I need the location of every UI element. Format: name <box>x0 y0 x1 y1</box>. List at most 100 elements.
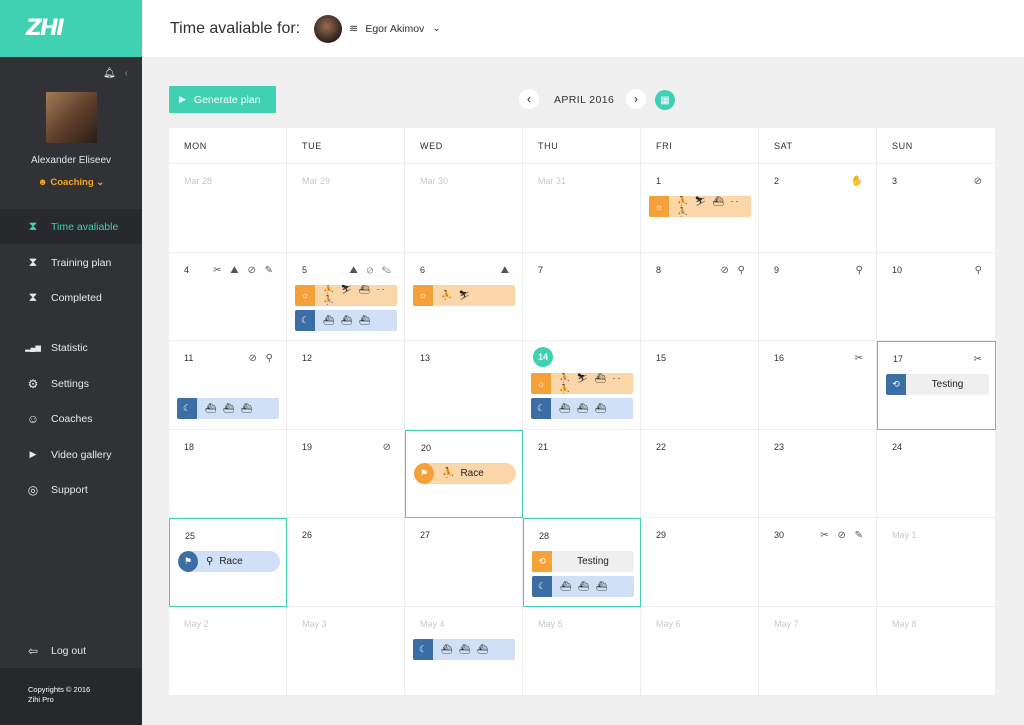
day-cell[interactable]: 26 <box>287 518 405 607</box>
day-cell[interactable]: 29 <box>641 518 759 607</box>
day-cell[interactable]: 1 ☼ ⛹ ⛷ ⛴ ·· ⛹ <box>641 164 759 253</box>
evening-session[interactable]: ☾ ⛴ ⛴ ⛴ <box>413 639 515 660</box>
evening-session[interactable]: ☾ ⛴ ⛴ ⛴ <box>531 398 633 420</box>
day-cell[interactable]: Mar 30 <box>405 164 523 253</box>
testing-event[interactable]: ⟲ Testing <box>532 551 634 573</box>
nav-support[interactable]: ◎ Support <box>0 472 142 507</box>
role-dropdown[interactable]: ☻ Coaching ⌄ <box>0 177 142 188</box>
event-label: ⛹ ⛷ ⛴ ·· ⛹ <box>323 284 387 306</box>
nav-time-available[interactable]: ⧗ Time avaliable <box>0 209 142 244</box>
evening-session[interactable]: ☾ ⛴ ⛴ ⛴ <box>532 576 634 598</box>
logout-button[interactable]: ⇦ Log out <box>0 633 142 668</box>
next-month-button[interactable]: › <box>626 89 646 109</box>
race-event[interactable]: ⚑ ⚲ Race <box>178 551 280 573</box>
day-cell[interactable]: 25 ⚑ ⚲ Race <box>169 518 287 607</box>
availability-icons[interactable]: ✂ <box>974 354 985 365</box>
day-cell[interactable]: May 4 ☾ ⛴ ⛴ ⛴ <box>405 607 523 696</box>
event-label: ⛹ ⛷ ⛴ ·· ⛹ <box>677 196 741 217</box>
nav-training-plan[interactable]: ⧗ Training plan <box>0 245 142 280</box>
availability-icons[interactable]: ⛰ ⊘ ✎ <box>349 265 394 276</box>
morning-session[interactable]: ☼ ⛹ ⛷ <box>413 284 515 306</box>
day-cell[interactable]: 6 ⛰ ☼ ⛹ ⛷ <box>405 252 523 342</box>
day-cell[interactable]: May 1 <box>877 518 996 607</box>
evening-session[interactable]: ☾ ⛴ ⛴ ⛴ <box>295 309 397 331</box>
nav-statistic[interactable]: ▂▄▆ Statistic <box>0 330 142 365</box>
availability-icons[interactable]: ✂ ⊘ ✎ <box>820 530 866 541</box>
day-cell[interactable]: May 7 <box>759 607 877 696</box>
day-cell[interactable]: 21 <box>523 429 641 519</box>
availability-icons[interactable]: ⊘ <box>383 442 394 453</box>
availability-icons[interactable]: ⊘ <box>974 176 985 187</box>
availability-icons[interactable]: ⊘ ⚲ <box>249 353 276 364</box>
day-cell[interactable]: 22 <box>641 429 759 519</box>
nav-coaches[interactable]: ☺ Coaches <box>0 401 142 436</box>
nav-completed[interactable]: ⧗ Completed <box>0 280 142 315</box>
day-cell[interactable]: 4 ✂ ⛰ ⊘ ✎ <box>169 252 287 342</box>
day-cell[interactable]: Mar 31 <box>523 164 641 253</box>
bell-icon[interactable]: 🔔︎ <box>103 68 116 79</box>
availability-icons[interactable]: ✂ ⛰ ⊘ ✎ <box>213 265 276 276</box>
day-cell[interactable]: 12 <box>287 341 405 430</box>
day-cell[interactable]: 14 ☼ ⛹ ⛷ ⛴ ·· ⛹ ☾ ⛴ ⛴ ⛴ <box>523 341 641 430</box>
day-cell[interactable]: May 6 <box>641 607 759 696</box>
race-event[interactable]: ⚑ ⛹ Race <box>414 462 516 484</box>
day-cell[interactable]: 16 ✂ <box>759 341 877 430</box>
availability-icons[interactable]: ⚲ <box>856 265 866 276</box>
testing-event[interactable]: ⟲ Testing <box>886 374 989 396</box>
day-number: 18 <box>184 441 195 452</box>
morning-session[interactable]: ☼ ⛹ ⛷ ⛴ ·· ⛹ <box>531 373 633 395</box>
day-cell[interactable]: 18 <box>169 429 287 519</box>
availability-icons[interactable]: ✂ <box>855 353 866 364</box>
sidebar: ZHI 🔔︎ ‹ Alexander Eliseev ☻ Coaching ⌄ … <box>0 0 142 725</box>
day-cell[interactable]: 8 ⊘ ⚲ <box>641 252 759 342</box>
day-number: Mar 30 <box>420 176 449 186</box>
collapse-icon[interactable]: ‹ <box>125 68 128 79</box>
logo[interactable]: ZHI <box>26 16 65 41</box>
day-cell[interactable]: May 5 <box>523 607 641 696</box>
day-cell[interactable]: 19 ⊘ <box>287 429 405 519</box>
day-number: 1 <box>656 176 662 186</box>
morning-session[interactable]: ☼ ⛹ ⛷ ⛴ ·· ⛹ <box>649 196 751 217</box>
day-cell[interactable]: 9 ⚲ <box>759 252 877 342</box>
day-cell[interactable]: 24 <box>877 429 996 519</box>
day-cell[interactable]: 7 <box>523 252 641 342</box>
avatar[interactable] <box>46 92 97 143</box>
day-cell[interactable]: 28 ⟲ Testing ☾ ⛴ ⛴ ⛴ <box>523 518 641 607</box>
day-cell[interactable]: 17 ✂ ⟲ Testing <box>877 341 996 430</box>
day-number: 3 <box>892 176 898 186</box>
event-label: ⛴ ⛴ ⛴ <box>205 403 255 414</box>
availability-icons[interactable]: ✋ <box>851 176 866 187</box>
day-cell[interactable]: 13 <box>405 341 523 430</box>
availability-icons[interactable]: ⚲ <box>975 265 985 276</box>
day-cell[interactable]: Mar 28 <box>169 164 287 253</box>
day-cell[interactable]: 27 <box>405 518 523 607</box>
day-cell[interactable]: 2 ✋ <box>759 164 877 253</box>
morning-session[interactable]: ☼ ⛹ ⛷ ⛴ ·· ⛹ <box>295 284 397 306</box>
day-cell[interactable]: May 3 <box>287 607 405 696</box>
generate-plan-button[interactable]: ▶ Generate plan <box>169 86 276 113</box>
day-cell[interactable]: 20 ⚑ ⛹ Race <box>405 429 523 519</box>
day-number: 29 <box>656 530 667 541</box>
evening-session[interactable]: ☾ ⛴ ⛴ ⛴ <box>177 398 279 420</box>
day-cell[interactable]: 5 ⛰ ⊘ ✎ ☼ ⛹ ⛷ ⛴ ·· ⛹ ☾ ⛴ ⛴ ⛴ <box>287 252 405 342</box>
chevron-down-icon[interactable]: ⌄ <box>432 23 440 34</box>
event-text: Race <box>460 467 484 479</box>
availability-icons[interactable]: ⛰ <box>501 265 512 276</box>
day-cell[interactable]: May 2 <box>169 607 287 696</box>
athlete-name[interactable]: Egor Akimov <box>365 23 424 35</box>
nav-video-gallery[interactable]: ▶ Video gallery <box>0 437 142 472</box>
athlete-avatar[interactable] <box>314 14 343 43</box>
day-cell[interactable]: 30 ✂ ⊘ ✎ <box>759 518 877 607</box>
day-cell[interactable]: May 8 <box>877 607 996 696</box>
day-cell[interactable]: 10 ⚲ <box>877 252 996 342</box>
nav-settings[interactable]: ⚙ Settings <box>0 366 142 401</box>
availability-icons[interactable]: ⊘ ⚲ <box>721 265 748 276</box>
calendar-picker-button[interactable]: ▦ <box>655 90 675 110</box>
day-cell[interactable]: 11 ⊘ ⚲ ☾ ⛴ ⛴ ⛴ <box>169 341 287 430</box>
day-cell[interactable]: 3 ⊘ <box>877 164 996 253</box>
day-cell[interactable]: 23 <box>759 429 877 519</box>
prev-month-button[interactable]: ‹ <box>519 89 539 109</box>
day-cell[interactable]: Mar 29 <box>287 164 405 253</box>
event-label: ⛴ ⛴ ⛴ <box>560 581 610 592</box>
day-cell[interactable]: 15 <box>641 341 759 430</box>
